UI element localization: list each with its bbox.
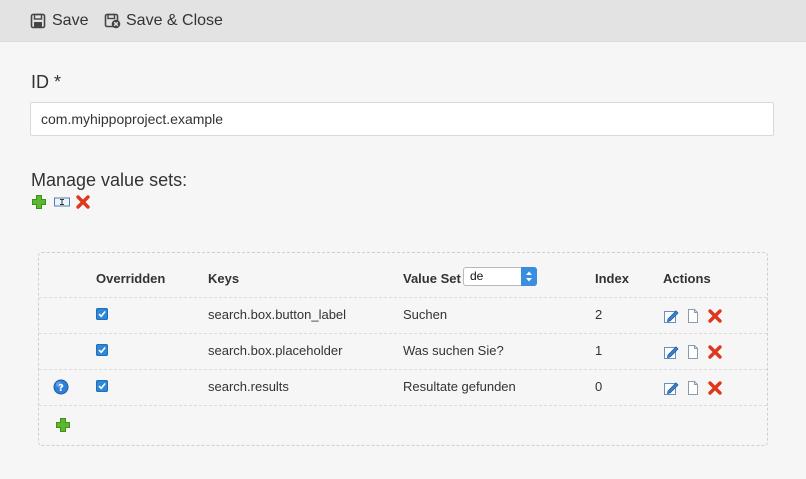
delete-x-icon [76, 195, 90, 209]
overridden-checkbox[interactable] [96, 380, 108, 392]
delete-x-icon [708, 309, 722, 323]
edit-pencil-icon [664, 310, 679, 323]
value-set-selected: de [470, 269, 484, 283]
rename-icon [54, 197, 70, 207]
save-label: Save [52, 12, 89, 29]
edit-pencil-icon [664, 346, 679, 359]
row-divider [39, 369, 767, 370]
copy-button[interactable] [685, 380, 701, 396]
toolbar: Save Save & Close [0, 0, 806, 42]
value-cell: Suchen [403, 307, 448, 322]
delete-x-icon [708, 381, 722, 395]
manage-value-sets-label: Manage value sets: [31, 170, 188, 190]
select-arrows-icon [521, 267, 537, 286]
header-value-set: Value Set [403, 271, 461, 286]
save-button[interactable]: Save [30, 10, 88, 32]
save-close-label: Save & Close [126, 12, 223, 29]
header-overridden: Overridden [96, 271, 166, 286]
svg-text:?: ? [58, 383, 64, 394]
floppy-disk-icon [30, 13, 46, 29]
value-cell: Resultate gefunden [403, 379, 516, 394]
edit-button[interactable] [663, 380, 679, 396]
add-value-set-button[interactable] [31, 194, 47, 210]
value-set-actions [31, 194, 91, 210]
value-set-select[interactable]: de [463, 267, 537, 286]
plus-icon [56, 418, 70, 432]
copy-page-icon [688, 309, 698, 323]
floppy-disk-close-icon [104, 13, 121, 29]
header-index: Index [595, 271, 629, 286]
copy-button[interactable] [685, 308, 701, 324]
id-label: ID * [31, 72, 62, 92]
delete-x-icon [708, 345, 722, 359]
delete-button[interactable] [707, 380, 723, 396]
key-cell: search.results [208, 379, 289, 394]
copy-page-icon [688, 381, 698, 395]
index-cell: 2 [595, 307, 603, 322]
row-divider [39, 297, 767, 298]
key-cell: search.box.placeholder [208, 343, 343, 358]
index-cell: 0 [595, 379, 603, 394]
edit-pencil-icon [664, 382, 679, 395]
header-keys: Keys [208, 271, 240, 286]
copy-page-icon [688, 345, 698, 359]
header-actions: Actions [663, 271, 711, 286]
overridden-checkbox[interactable] [96, 308, 108, 320]
plus-icon [32, 195, 46, 209]
edit-button[interactable] [663, 308, 679, 324]
edit-button[interactable] [663, 344, 679, 360]
delete-button[interactable] [707, 308, 723, 324]
row-divider [39, 333, 767, 334]
rename-value-set-button[interactable] [53, 194, 70, 210]
add-row-button[interactable] [55, 417, 71, 433]
index-cell: 1 [595, 343, 603, 358]
save-close-button[interactable]: Save & Close [104, 10, 223, 32]
overridden-checkbox[interactable] [96, 344, 108, 356]
help-icon: ? [53, 379, 69, 395]
delete-value-set-button[interactable] [75, 194, 91, 210]
help-button[interactable]: ? [53, 379, 69, 395]
copy-button[interactable] [685, 344, 701, 360]
id-input[interactable] [30, 102, 774, 136]
value-sets-table: Overridden Keys Value Set de Index Actio… [38, 252, 768, 446]
delete-button[interactable] [707, 344, 723, 360]
key-cell: search.box.button_label [208, 307, 347, 322]
row-divider [39, 405, 767, 406]
value-cell: Was suchen Sie? [403, 343, 504, 358]
